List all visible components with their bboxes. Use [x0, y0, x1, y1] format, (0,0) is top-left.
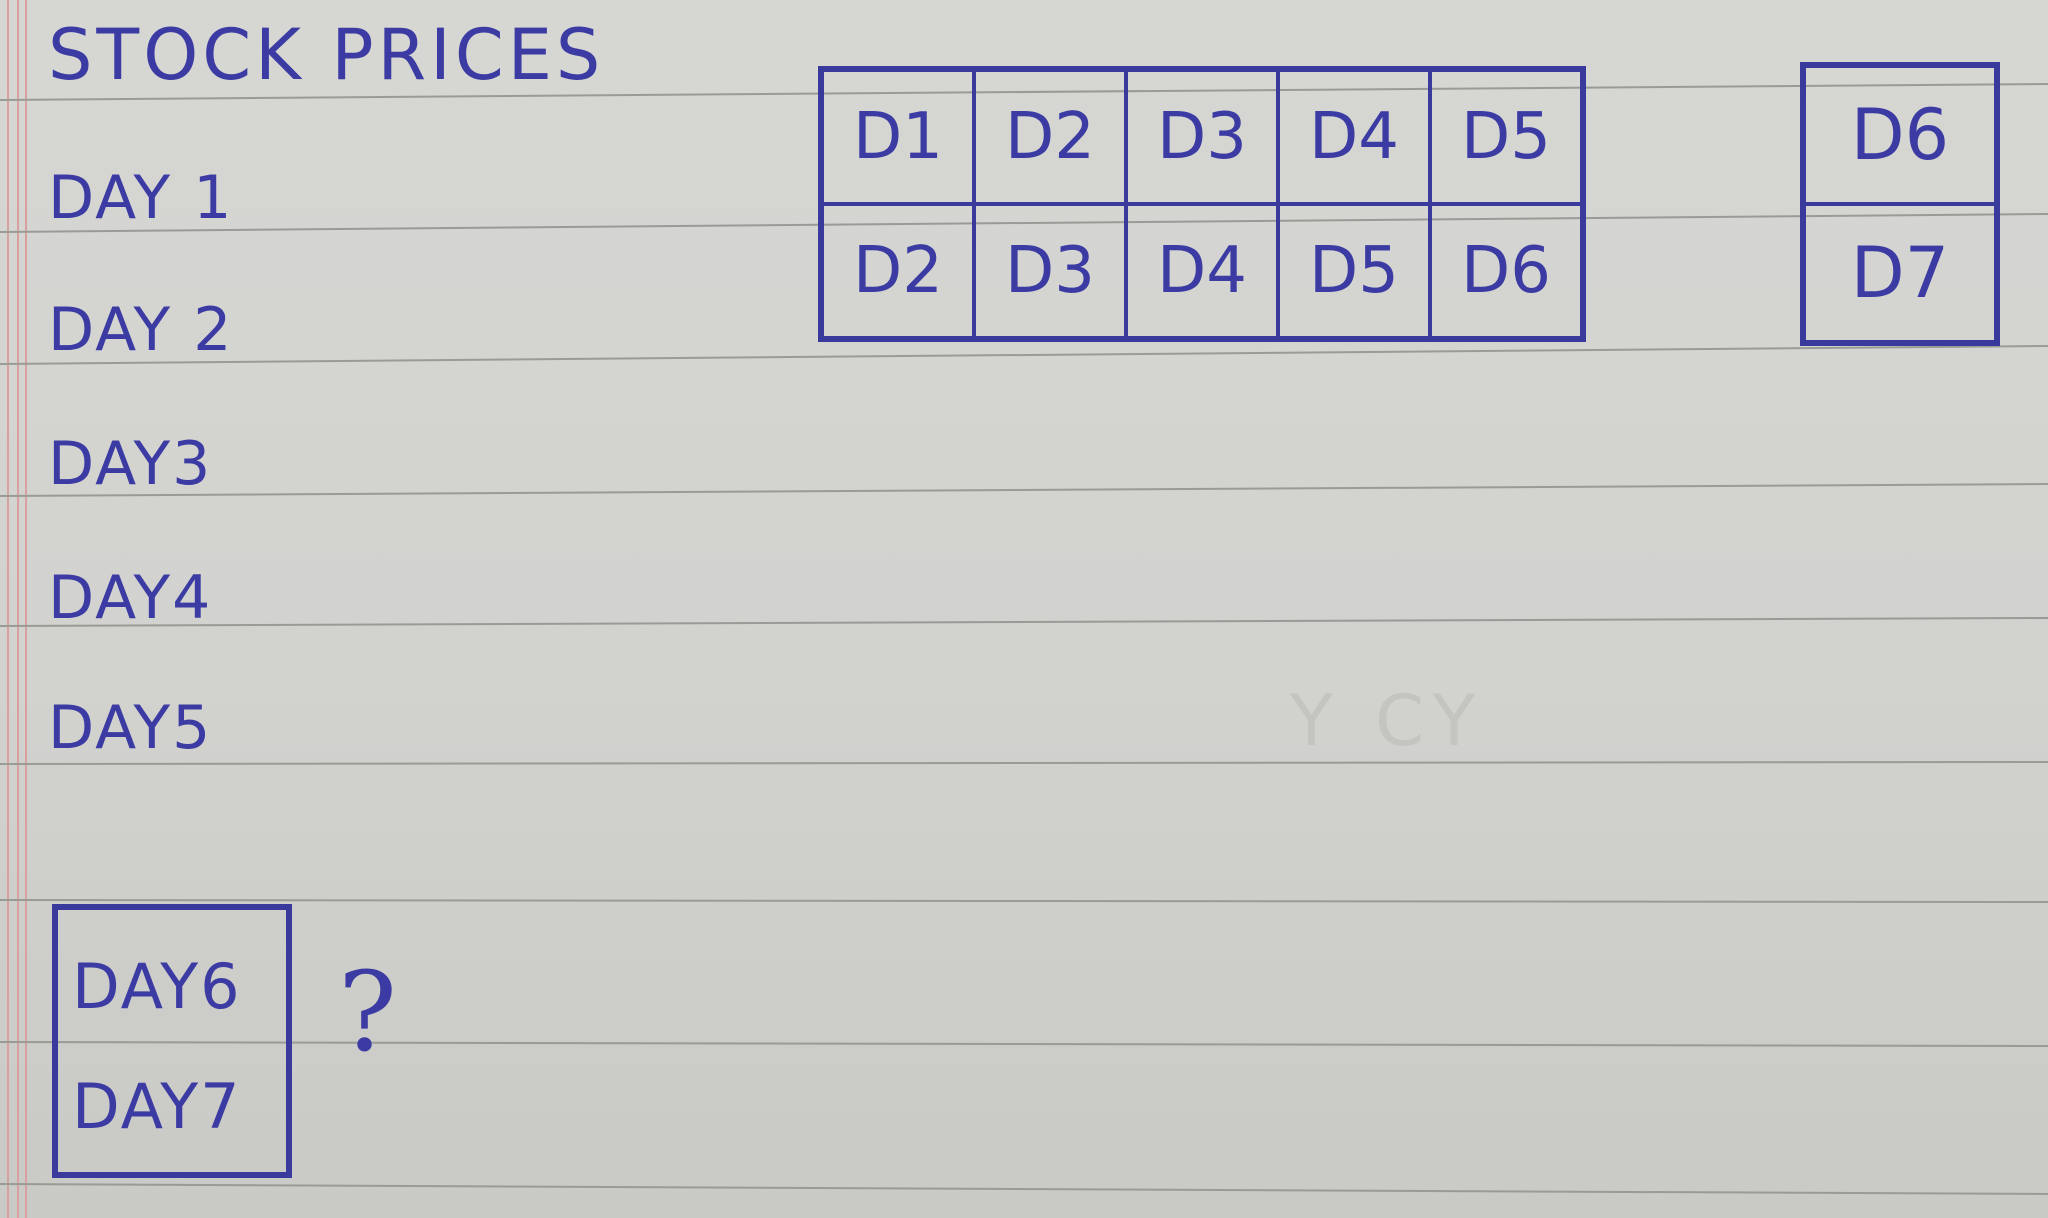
table-cell: D2: [972, 67, 1128, 206]
prediction-box: DAY6 DAY7: [52, 904, 292, 1178]
day-label-4: DAY4: [48, 563, 213, 633]
table-cell: D6: [1428, 202, 1585, 341]
table-row-input: D1 D2 D3 D4 D5: [819, 67, 1585, 206]
table-row-shifted: D2 D3 D4 D5 D6: [819, 202, 1585, 341]
table-row: D6: [1801, 63, 1999, 206]
prediction-day-6: DAY6: [72, 950, 242, 1023]
table-cell: D3: [1124, 67, 1280, 206]
table-cell: D6: [1801, 63, 1999, 206]
table-cell: D7: [1801, 202, 1999, 345]
target-table: D6 D7: [1800, 62, 2000, 346]
day-label-2: DAY 2: [48, 295, 234, 365]
day-label-5: DAY5: [48, 693, 213, 763]
table-cell: D2: [819, 202, 976, 341]
page-title: STOCK PRICES: [48, 14, 605, 96]
table-cell: D4: [1124, 202, 1280, 341]
table-cell: D4: [1276, 67, 1432, 206]
sliding-window-table: D1 D2 D3 D4 D5 D2 D3 D4 D5 D6: [818, 66, 1586, 342]
table-cell: D3: [972, 202, 1128, 341]
table-cell: D5: [1276, 202, 1432, 341]
day-label-3: DAY3: [48, 429, 213, 499]
table-cell: D1: [819, 67, 976, 206]
table-cell: D5: [1428, 67, 1585, 206]
table-row: D7: [1801, 202, 1999, 345]
day-label-1: DAY 1: [48, 163, 234, 233]
question-mark: ?: [338, 948, 397, 1076]
prediction-day-7: DAY7: [72, 1070, 242, 1143]
bleed-through-text: Y CY: [1290, 680, 1486, 762]
margin-lines: [7, 0, 27, 1218]
